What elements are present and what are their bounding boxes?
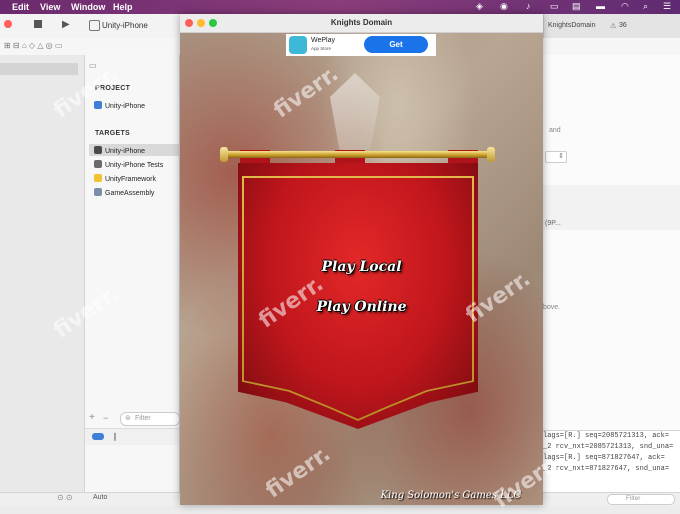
warning-count: 36 [619,22,627,29]
breakpoint-icon[interactable] [92,433,104,440]
tab-title: KnightsDomain [548,22,596,29]
project-icon [94,101,102,109]
pause-icon[interactable]: ∥ [113,432,117,441]
remove-icon[interactable]: − [103,413,108,423]
ad-app-name: WePlay [311,37,335,44]
menu-help[interactable]: Help [113,2,133,12]
settings-row-highlight [543,185,680,230]
window-titlebar[interactable]: Knights Domain [180,14,543,33]
sidebar-toggle-icon[interactable]: ▭ [89,61,97,70]
ad-get-button[interactable]: Get [364,36,428,53]
target-label: Unity-iPhone Tests [105,162,164,169]
library-icon [94,188,102,196]
debug-bar: ∥ [85,428,179,445]
menu-view[interactable]: View [40,2,60,12]
unity-icon [94,160,102,168]
game-window: Knights Domain WePlay App Store Get Play… [180,14,543,505]
play-local-button[interactable]: Play Local [280,259,443,275]
scheme-selector[interactable]: Unity-iPhone [102,21,148,30]
active-tab[interactable]: KnightsDomain ⚠ 36 [543,14,680,38]
banner-rod [224,151,492,158]
chevron-down-icon: ⇕ [558,153,564,160]
editor-text-fragment: and [549,127,561,134]
wifi-icon[interactable]: ◠ [621,1,629,12]
crystal-decoration [330,73,380,153]
rod-knob [220,147,228,162]
add-icon[interactable]: + [89,412,95,423]
console-line: _2 rcv_nxt=871827647, snd_una= [543,465,670,473]
target-item[interactable]: Unity-iPhone [94,146,145,155]
warning-icon: ⚠ [610,23,617,30]
filter-input[interactable]: ⊜ Filter [120,412,180,426]
window-title: Knights Domain [330,18,393,27]
console-filter-placeholder: Filter [626,495,641,502]
ad-banner[interactable]: WePlay App Store Get [286,34,436,56]
targets-header: TARGETS [95,130,131,137]
framework-icon [94,174,102,182]
project-item[interactable]: Unity-iPhone [94,101,145,110]
target-item[interactable]: GameAssembly [94,188,154,197]
navigator-icons[interactable]: ⊞ ⊟ ⌂ ◇ △ ◎ ▭ [4,41,62,50]
info-icon[interactable]: ⊙ ⊙ [57,493,73,502]
run-icon[interactable]: ▶ [62,19,70,30]
stop-icon[interactable] [34,20,42,28]
dropdown[interactable]: ⇕ [545,151,567,163]
status-icon-a[interactable]: ◈ [476,1,483,12]
editor-text-fragment: bove. [543,304,561,311]
rod-knob [487,147,495,162]
battery-icon[interactable]: ▬ [596,1,605,11]
weplay-logo-icon [289,36,307,54]
volume-icon[interactable]: ♪ [526,1,531,11]
game-view[interactable]: WePlay App Store Get Play Local Play Onl… [180,33,543,505]
console-line: lags=[R.] seq=2085721313, ack= [543,432,670,440]
target-item[interactable]: UnityFramework [94,174,156,183]
search-icon[interactable]: ⌕ [643,1,648,12]
menu-bar: Edit View Window Help ◈ ◉ ♪ ▭ ▤ ▬ ◠ ⌕ ☰ [0,0,680,14]
play-online-button[interactable]: Play Online [280,299,443,315]
studio-credit: King Solomon's Games LLC [380,490,521,501]
console-line: lags=[R.] seq=871827647, ack= [543,454,665,462]
target-label: Unity-iPhone [105,148,146,155]
menu-edit[interactable]: Edit [12,2,29,12]
project-editor-sidebar: ▭ PROJECT Unity-iPhone TARGETS Unity-iPh… [85,55,180,505]
keyboard-icon[interactable]: ▤ [572,1,581,12]
close-icon[interactable] [4,20,12,28]
control-center-icon[interactable]: ☰ [663,1,671,12]
target-label: GameAssembly [105,190,155,197]
unity-icon [94,146,102,154]
editor-text-fragment: (9P... [545,220,561,227]
status-icon-b[interactable]: ◉ [500,1,508,12]
navigator-pane [0,55,85,505]
auto-selector[interactable]: Auto [93,494,107,501]
menu-window[interactable]: Window [71,2,105,12]
selected-row[interactable] [0,63,78,75]
app-icon [89,20,100,31]
console-line: _2 rcv_nxt=2085721313, snd_una= [543,443,674,451]
filter-icon: ⊜ [125,415,131,422]
project-header: PROJECT [95,85,131,92]
target-item[interactable]: Unity-iPhone Tests [94,160,163,169]
display-icon[interactable]: ▭ [550,1,559,12]
console-filter-input[interactable]: Filter [607,494,675,505]
ad-store-label: App Store [311,46,332,51]
debug-console[interactable]: lags=[R.] seq=2085721313, ack= _2 rcv_nx… [543,430,680,493]
target-label: UnityFramework [105,176,156,183]
filter-placeholder: Filter [135,415,151,422]
project-item-label: Unity-iPhone [105,103,146,110]
